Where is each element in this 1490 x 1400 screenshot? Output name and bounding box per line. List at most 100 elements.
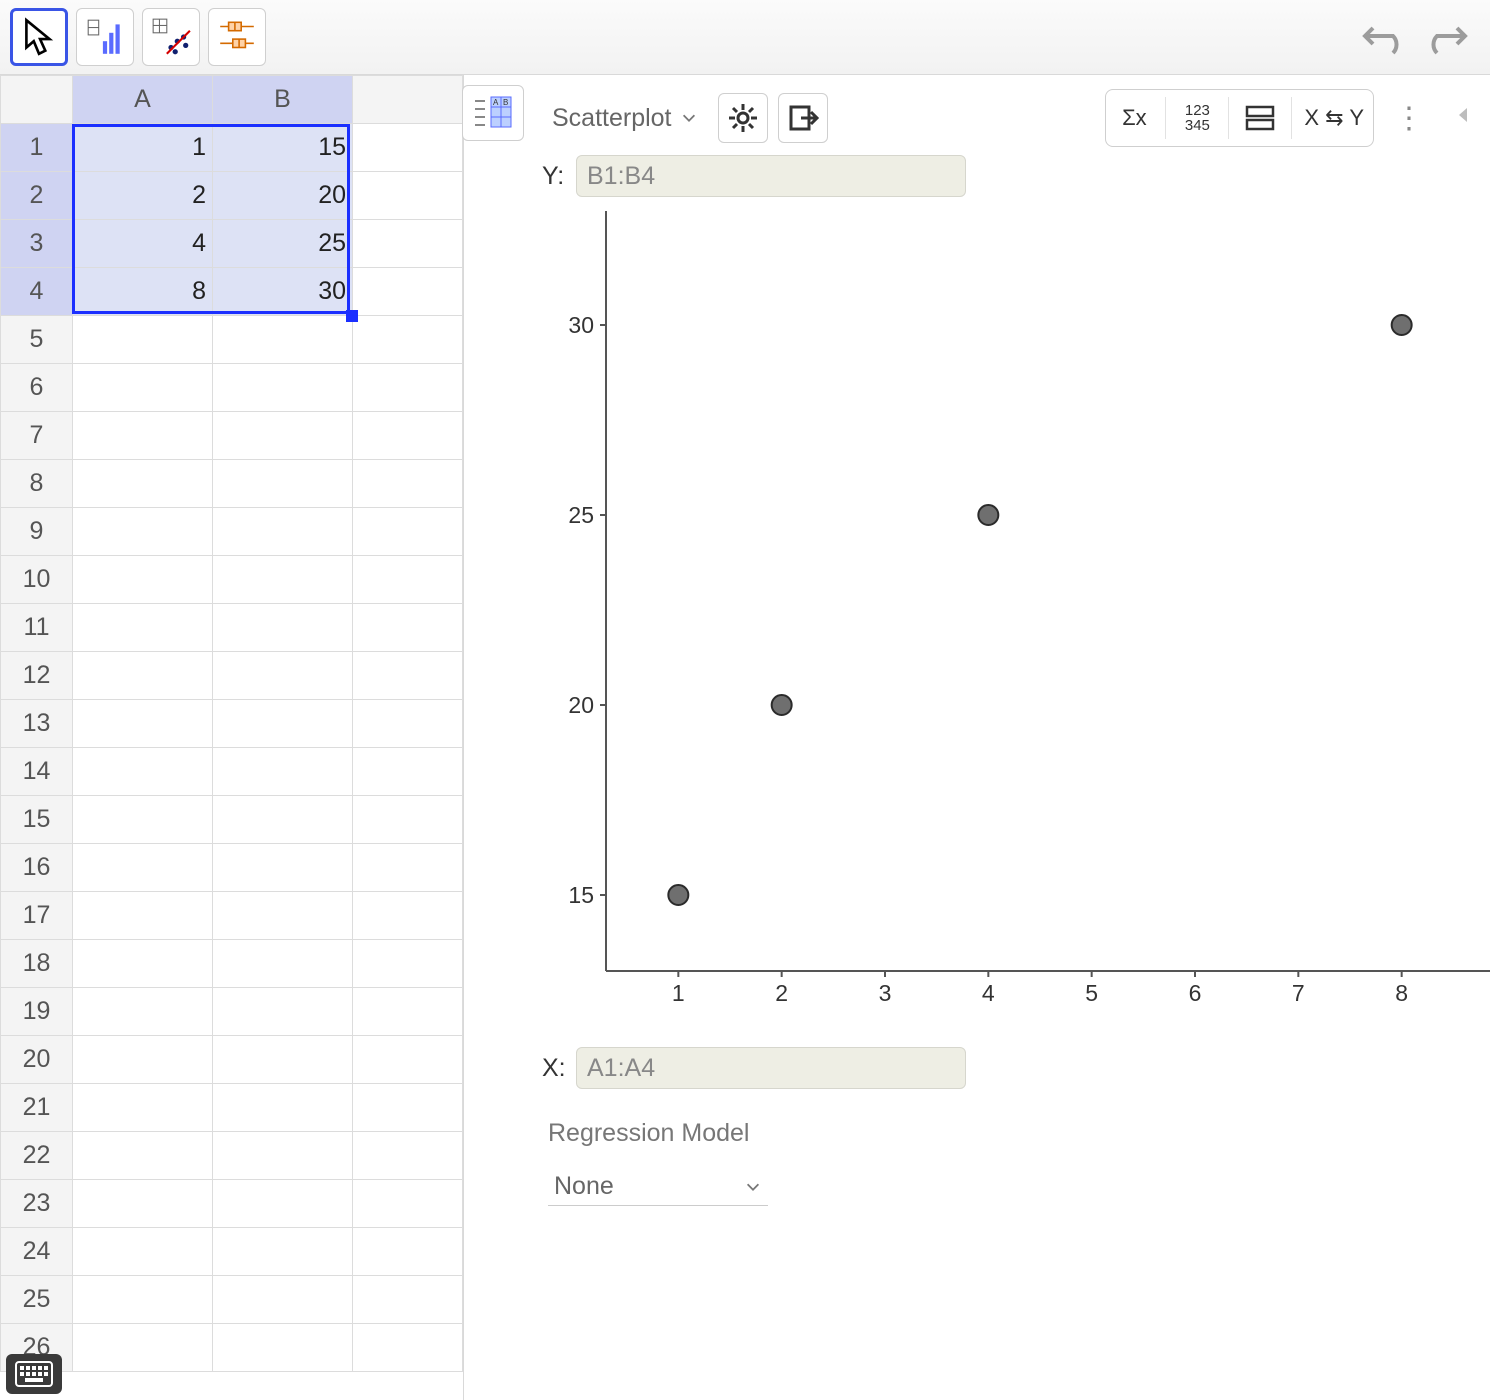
cell[interactable] — [213, 556, 353, 604]
data-point[interactable] — [1392, 315, 1412, 335]
cell[interactable] — [73, 556, 213, 604]
row-header[interactable]: 11 — [1, 604, 73, 652]
cell[interactable] — [73, 508, 213, 556]
cell[interactable] — [213, 1084, 353, 1132]
cell[interactable] — [73, 1132, 213, 1180]
cell[interactable] — [213, 316, 353, 364]
row-header[interactable]: 4 — [1, 268, 73, 316]
cell[interactable] — [73, 364, 213, 412]
row-header[interactable]: 2 — [1, 172, 73, 220]
cell[interactable] — [73, 988, 213, 1036]
row-header[interactable]: 5 — [1, 316, 73, 364]
cell[interactable] — [73, 748, 213, 796]
data-point[interactable] — [772, 695, 792, 715]
tool-pointer[interactable] — [10, 8, 68, 66]
cell[interactable]: 4 — [73, 220, 213, 268]
keyboard-toggle-button[interactable] — [6, 1354, 62, 1394]
row-header[interactable]: 16 — [1, 844, 73, 892]
cell[interactable] — [73, 604, 213, 652]
cell[interactable] — [73, 940, 213, 988]
cell[interactable]: 25 — [213, 220, 353, 268]
show-statistics-button[interactable]: Σx — [1109, 93, 1159, 143]
data-point[interactable] — [978, 505, 998, 525]
cell[interactable] — [73, 892, 213, 940]
cell[interactable] — [213, 892, 353, 940]
row-header[interactable]: 20 — [1, 1036, 73, 1084]
row-header[interactable]: 15 — [1, 796, 73, 844]
cell[interactable] — [213, 1228, 353, 1276]
row-header[interactable]: 6 — [1, 364, 73, 412]
row-header[interactable]: 13 — [1, 700, 73, 748]
row-header[interactable]: 18 — [1, 940, 73, 988]
spreadsheet[interactable]: AB11152220342548305678910111213141516171… — [0, 75, 464, 1400]
data-point[interactable] — [668, 885, 688, 905]
row-header[interactable]: 14 — [1, 748, 73, 796]
cell[interactable] — [73, 1276, 213, 1324]
cell[interactable] — [73, 1324, 213, 1372]
cell[interactable]: 8 — [73, 268, 213, 316]
cell[interactable]: 15 — [213, 124, 353, 172]
row-header[interactable]: 1 — [1, 124, 73, 172]
row-header[interactable]: 23 — [1, 1180, 73, 1228]
cell[interactable] — [73, 316, 213, 364]
cell[interactable] — [213, 1132, 353, 1180]
cell[interactable] — [213, 796, 353, 844]
cell[interactable] — [73, 460, 213, 508]
cell[interactable] — [213, 364, 353, 412]
row-header[interactable]: 3 — [1, 220, 73, 268]
row-header[interactable]: 25 — [1, 1276, 73, 1324]
row-header[interactable]: 10 — [1, 556, 73, 604]
column-header[interactable]: A — [73, 76, 213, 124]
cell[interactable] — [213, 988, 353, 1036]
tool-one-variable[interactable] — [76, 8, 134, 66]
swap-xy-button[interactable]: X ⇆ Y — [1298, 93, 1370, 143]
cell[interactable] — [73, 1228, 213, 1276]
cell[interactable] — [213, 1324, 353, 1372]
layout-button[interactable] — [1235, 93, 1285, 143]
cell[interactable]: 30 — [213, 268, 353, 316]
cell[interactable]: 20 — [213, 172, 353, 220]
tool-two-variable[interactable] — [142, 8, 200, 66]
row-header[interactable]: 7 — [1, 412, 73, 460]
cell[interactable] — [73, 1084, 213, 1132]
cell[interactable] — [73, 652, 213, 700]
scatter-chart[interactable]: 15202530123456789 — [546, 201, 1474, 1041]
row-header[interactable]: 24 — [1, 1228, 73, 1276]
cell[interactable] — [213, 1276, 353, 1324]
undo-button[interactable] — [1356, 11, 1412, 63]
cell[interactable] — [73, 844, 213, 892]
collapse-panel-button[interactable] — [1452, 104, 1474, 132]
y-range-input[interactable] — [576, 155, 966, 197]
cell[interactable] — [213, 652, 353, 700]
cell[interactable] — [213, 748, 353, 796]
redo-button[interactable] — [1418, 11, 1474, 63]
row-header[interactable]: 19 — [1, 988, 73, 1036]
x-range-input[interactable] — [576, 1047, 966, 1089]
cell[interactable] — [73, 412, 213, 460]
regression-select[interactable]: None — [548, 1168, 768, 1206]
selection-handle[interactable] — [346, 310, 358, 322]
column-header[interactable]: B — [213, 76, 353, 124]
settings-button[interactable] — [718, 93, 768, 143]
cell[interactable] — [213, 700, 353, 748]
row-header[interactable]: 8 — [1, 460, 73, 508]
row-header[interactable]: 9 — [1, 508, 73, 556]
row-header[interactable]: 12 — [1, 652, 73, 700]
cell[interactable] — [213, 460, 353, 508]
cell[interactable] — [213, 940, 353, 988]
tool-boxplot[interactable] — [208, 8, 266, 66]
cell[interactable]: 2 — [73, 172, 213, 220]
cell[interactable] — [73, 796, 213, 844]
cell[interactable] — [213, 604, 353, 652]
row-header[interactable]: 21 — [1, 1084, 73, 1132]
show-data-source-button[interactable]: AB — [462, 85, 524, 141]
cell[interactable] — [213, 1180, 353, 1228]
row-header[interactable]: 22 — [1, 1132, 73, 1180]
row-header[interactable]: 17 — [1, 892, 73, 940]
cell[interactable] — [73, 1180, 213, 1228]
show-data-button[interactable]: 123345 — [1172, 93, 1222, 143]
cell[interactable] — [73, 700, 213, 748]
cell[interactable] — [213, 1036, 353, 1084]
cell[interactable] — [213, 508, 353, 556]
cell[interactable] — [213, 412, 353, 460]
